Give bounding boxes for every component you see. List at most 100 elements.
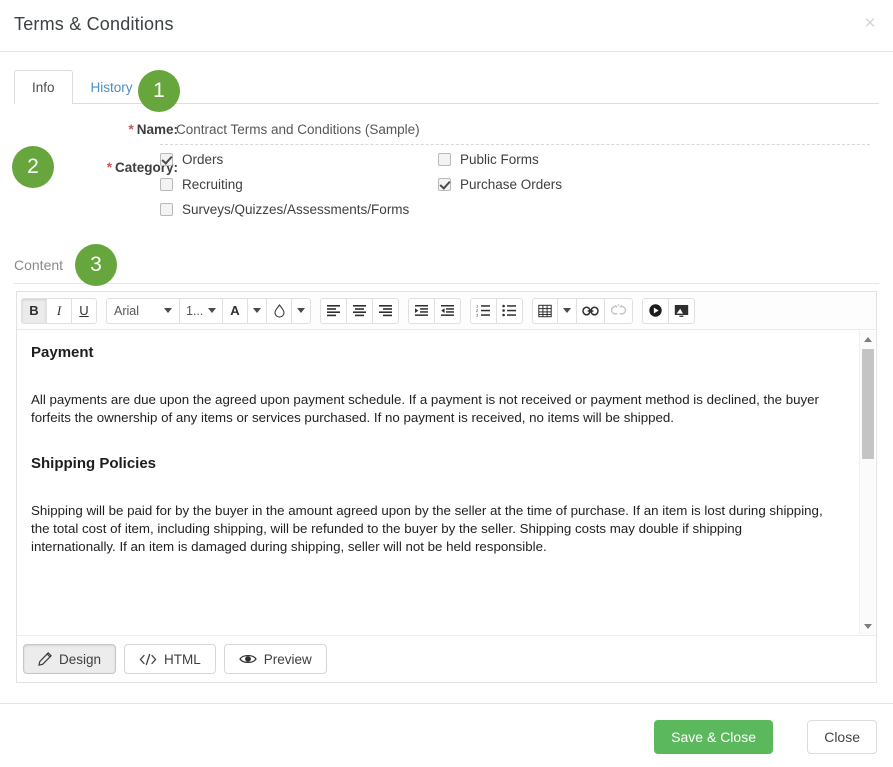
checkbox-orders[interactable]: Orders: [160, 152, 223, 167]
font-family-value: Arial: [114, 303, 140, 318]
checkbox-orders-label: Orders: [182, 152, 224, 167]
callout-badge-1: 1: [138, 70, 180, 112]
font-size-value: 1...: [186, 303, 204, 318]
checkbox-public-forms-box[interactable]: [438, 153, 451, 166]
unlink-icon: [610, 304, 627, 315]
outdent-button[interactable]: [434, 297, 461, 324]
editor-canvas[interactable]: Payment All payments are due upon the ag…: [17, 330, 876, 635]
save-and-close-button[interactable]: Save & Close: [654, 720, 773, 754]
tab-info[interactable]: Info: [14, 70, 73, 104]
image-icon: [674, 304, 689, 317]
checkbox-surveys-label: Surveys/Quizzes/Assessments/Forms: [182, 202, 410, 217]
unlink-button[interactable]: [604, 297, 633, 324]
checkbox-purchase-orders-box[interactable]: [438, 178, 451, 191]
content-section-divider: [14, 283, 879, 284]
table-icon: [538, 304, 552, 317]
chevron-down-icon: [297, 308, 305, 313]
chevron-down-icon: [253, 308, 261, 313]
droplet-icon: [273, 303, 285, 318]
indent-icon: [415, 305, 428, 316]
align-left-icon: [327, 305, 340, 317]
checkbox-surveys[interactable]: Surveys/Quizzes/Assessments/Forms: [160, 202, 409, 217]
text-color-button[interactable]: A: [222, 297, 248, 324]
checkbox-purchase-orders[interactable]: Purchase Orders: [438, 177, 562, 192]
close-icon[interactable]: ×: [858, 12, 882, 36]
chevron-down-icon: [208, 308, 216, 313]
checkbox-recruiting[interactable]: Recruiting: [160, 177, 243, 192]
checkbox-public-forms[interactable]: Public Forms: [438, 152, 539, 167]
callout-badge-2: 2: [12, 146, 54, 188]
tab-active-mask: [15, 103, 68, 105]
highlight-color-dropdown[interactable]: [291, 297, 311, 324]
toolbar-group-media: [642, 297, 695, 324]
chevron-down-icon: [164, 308, 172, 313]
name-label: * Name:: [128, 122, 178, 137]
name-required-mark: *: [128, 122, 134, 137]
chevron-down-icon: [563, 308, 571, 313]
table-button[interactable]: [532, 297, 558, 324]
table-dropdown[interactable]: [557, 297, 577, 324]
scroll-up-button[interactable]: [860, 331, 876, 347]
link-button[interactable]: [576, 297, 605, 324]
checkbox-purchase-orders-label: Purchase Orders: [460, 177, 563, 192]
editor-document[interactable]: Payment All payments are due upon the ag…: [17, 330, 849, 556]
toolbar-group-insert: [532, 297, 633, 324]
svg-text:3: 3: [476, 312, 479, 317]
font-family-select[interactable]: Arial: [106, 297, 180, 324]
tab-bar: Info History: [14, 70, 151, 104]
checkbox-public-forms-label: Public Forms: [460, 152, 539, 167]
code-icon: [139, 653, 157, 665]
scrollbar-thumb[interactable]: [862, 349, 874, 459]
chevron-up-icon: [864, 336, 872, 342]
close-button[interactable]: Close: [807, 720, 877, 754]
callout-badge-3: 3: [75, 244, 117, 286]
align-right-button[interactable]: [372, 297, 399, 324]
footer-divider: [0, 703, 893, 704]
editor-scrollbar[interactable]: [859, 331, 875, 634]
name-field-underline: [160, 144, 870, 145]
italic-button[interactable]: I: [46, 297, 72, 324]
indent-button[interactable]: [408, 297, 435, 324]
design-mode-button[interactable]: Design: [23, 644, 117, 674]
content-section-label: Content: [14, 257, 64, 273]
document-heading-payment: Payment: [31, 344, 94, 361]
toolbar-group-align: [320, 297, 399, 324]
align-left-button[interactable]: [320, 297, 347, 324]
toolbar-group-indent: [408, 297, 461, 324]
image-button[interactable]: [668, 297, 695, 324]
preview-mode-button[interactable]: Preview: [223, 644, 327, 674]
document-paragraph-shipping: Shipping will be paid for by the buyer i…: [31, 503, 823, 554]
font-size-select[interactable]: 1...: [179, 297, 223, 324]
highlight-color-button[interactable]: [266, 297, 292, 324]
eye-icon: [239, 654, 257, 664]
bold-button[interactable]: B: [21, 297, 47, 324]
checkbox-recruiting-label: Recruiting: [182, 177, 243, 192]
html-mode-label: HTML: [164, 651, 201, 667]
page-title: Terms & Conditions: [14, 14, 174, 34]
align-right-icon: [379, 305, 392, 317]
design-mode-label: Design: [59, 651, 102, 667]
terms-conditions-dialog: Terms & Conditions × Info History * Name:…: [0, 0, 893, 767]
checkbox-orders-box[interactable]: [160, 153, 173, 166]
bold-icon: B: [29, 303, 39, 318]
outdent-icon: [441, 305, 454, 316]
chevron-down-icon: [864, 623, 872, 629]
scroll-down-button[interactable]: [860, 618, 876, 634]
text-color-dropdown[interactable]: [247, 297, 267, 324]
ordered-list-icon: 1 2 3: [476, 304, 490, 317]
editor-toolbar: B I U Arial 1... A 1 2 3: [17, 292, 876, 330]
toolbar-group-font: Arial 1... A: [106, 297, 311, 324]
underline-button[interactable]: U: [71, 297, 97, 324]
ordered-list-button[interactable]: 1 2 3: [470, 297, 497, 324]
unordered-list-button[interactable]: [496, 297, 523, 324]
italic-icon: I: [56, 302, 62, 318]
html-mode-button[interactable]: HTML: [124, 644, 216, 674]
category-required-mark: *: [106, 160, 112, 175]
checkbox-recruiting-box[interactable]: [160, 178, 173, 191]
text-color-icon: A: [230, 303, 240, 318]
checkbox-surveys-box[interactable]: [160, 203, 173, 216]
name-field-value[interactable]: Contract Terms and Conditions (Sample): [176, 122, 420, 137]
rich-text-editor: B I U Arial 1... A 1 2 3 Payment All pay…: [16, 291, 877, 683]
media-button[interactable]: [642, 297, 669, 324]
align-center-button[interactable]: [346, 297, 373, 324]
